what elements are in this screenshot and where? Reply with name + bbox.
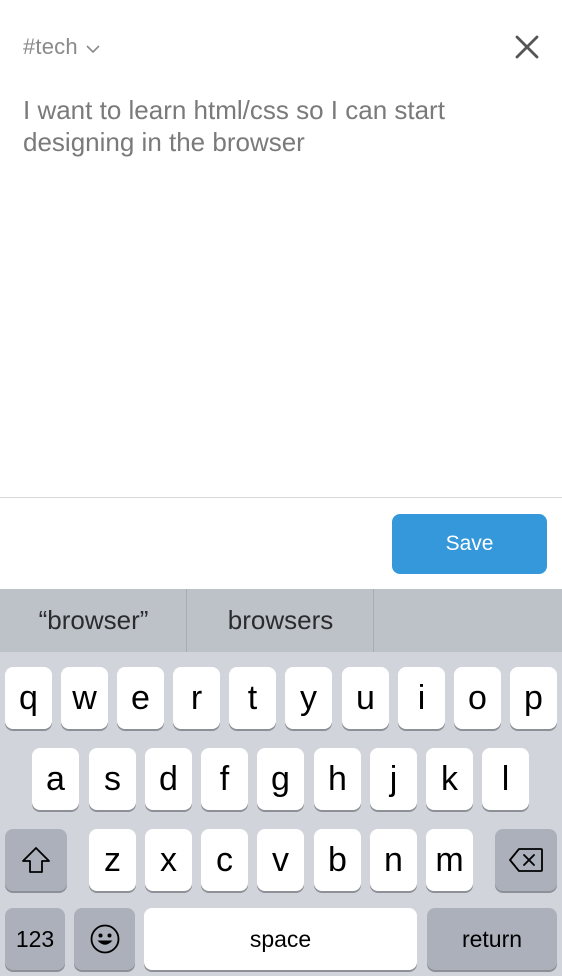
backspace-icon (509, 848, 543, 872)
key-r[interactable]: r (173, 667, 220, 729)
key-q[interactable]: q (5, 667, 52, 729)
channel-selector[interactable]: #tech (23, 34, 100, 60)
key-d[interactable]: d (145, 748, 192, 810)
space-key[interactable]: space (144, 908, 417, 970)
key-n[interactable]: n (370, 829, 417, 891)
numbers-key[interactable]: 123 (5, 908, 65, 970)
key-z[interactable]: z (89, 829, 136, 891)
save-button[interactable]: Save (392, 514, 547, 574)
suggestion-item[interactable]: “browser” (0, 589, 187, 652)
divider (0, 497, 562, 498)
suggestion-item[interactable]: browsers (187, 589, 374, 652)
return-key[interactable]: return (427, 908, 557, 970)
key-c[interactable]: c (201, 829, 248, 891)
key-b[interactable]: b (314, 829, 361, 891)
channel-name: #tech (23, 34, 78, 59)
key-w[interactable]: w (61, 667, 108, 729)
key-j[interactable]: j (370, 748, 417, 810)
key-o[interactable]: o (454, 667, 501, 729)
key-m[interactable]: m (426, 829, 473, 891)
key-i[interactable]: i (398, 667, 445, 729)
keyboard: q w e r t y u i o p a s d f g h j k l z … (0, 652, 562, 976)
key-h[interactable]: h (314, 748, 361, 810)
chevron-down-icon (86, 45, 100, 54)
predictive-text-bar: “browser” browsers (0, 589, 562, 652)
shift-key[interactable] (5, 829, 67, 891)
key-y[interactable]: y (285, 667, 332, 729)
key-l[interactable]: l (482, 748, 529, 810)
key-f[interactable]: f (201, 748, 248, 810)
suggestion-item[interactable] (374, 589, 561, 652)
key-t[interactable]: t (229, 667, 276, 729)
key-p[interactable]: p (510, 667, 557, 729)
delete-key[interactable] (495, 829, 557, 891)
key-e[interactable]: e (117, 667, 164, 729)
close-icon[interactable] (512, 32, 542, 62)
compose-text-field[interactable]: I want to learn html/css so I can start … (23, 94, 533, 158)
key-s[interactable]: s (89, 748, 136, 810)
key-x[interactable]: x (145, 829, 192, 891)
emoji-icon (90, 924, 119, 954)
emoji-key[interactable] (74, 908, 135, 970)
shift-icon (22, 847, 50, 873)
compose-screen: #tech I want to learn html/css so I can … (0, 0, 562, 976)
key-k[interactable]: k (426, 748, 473, 810)
key-g[interactable]: g (257, 748, 304, 810)
key-u[interactable]: u (342, 667, 389, 729)
key-v[interactable]: v (257, 829, 304, 891)
key-a[interactable]: a (32, 748, 79, 810)
